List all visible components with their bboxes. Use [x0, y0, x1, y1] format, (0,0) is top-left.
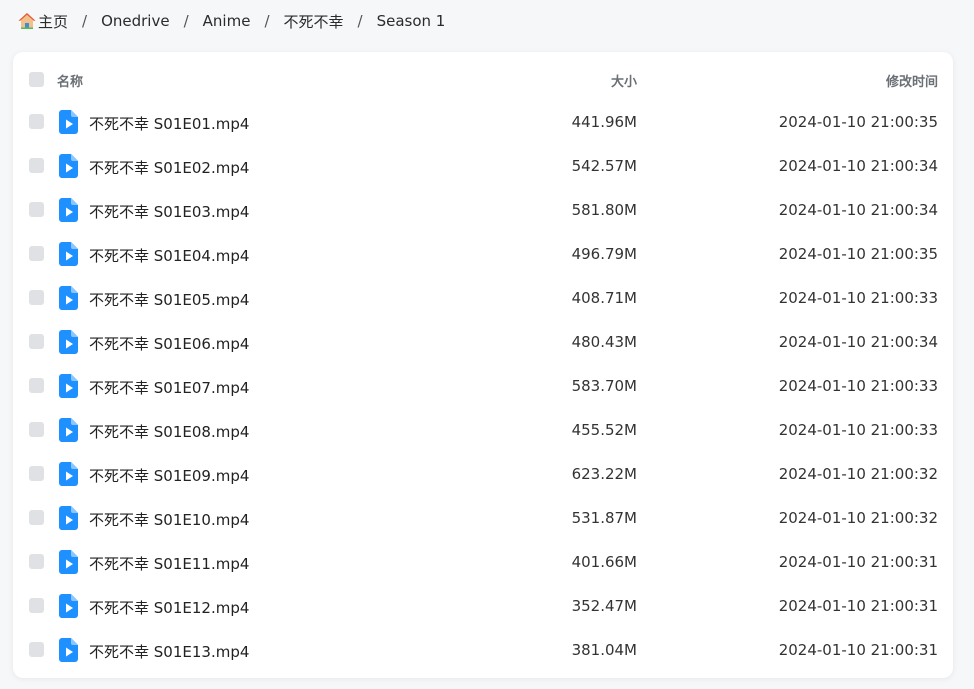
video-file-icon: [59, 550, 78, 574]
file-size: 623.22M: [571, 465, 637, 483]
file-name[interactable]: 不死不幸 S01E07.mp4: [89, 377, 249, 398]
breadcrumb-item-season[interactable]: Season 1: [377, 12, 446, 30]
file-row[interactable]: 不死不幸 S01E09.mp4 623.22M 2024-01-10 21:00…: [13, 453, 953, 497]
breadcrumb-item-series[interactable]: 不死不幸: [284, 11, 344, 32]
file-name[interactable]: 不死不幸 S01E12.mp4: [89, 597, 249, 618]
file-size: 581.80M: [571, 201, 637, 219]
select-all-checkbox[interactable]: [29, 72, 44, 87]
row-checkbox[interactable]: [29, 246, 44, 261]
row-checkbox[interactable]: [29, 334, 44, 349]
file-size: 352.47M: [571, 597, 637, 615]
file-modified-date: 2024-01-10 21:00:33: [778, 377, 938, 395]
file-name[interactable]: 不死不幸 S01E09.mp4: [89, 465, 249, 486]
file-name[interactable]: 不死不幸 S01E01.mp4: [89, 113, 249, 134]
breadcrumb-separator: /: [264, 12, 270, 30]
file-name[interactable]: 不死不幸 S01E13.mp4: [89, 641, 249, 662]
file-row[interactable]: 不死不幸 S01E10.mp4 531.87M 2024-01-10 21:00…: [13, 497, 953, 541]
breadcrumb-separator: /: [82, 12, 88, 30]
breadcrumb-home-label: 主页: [38, 12, 69, 31]
row-checkbox[interactable]: [29, 202, 44, 217]
file-modified-date: 2024-01-10 21:00:35: [778, 245, 938, 263]
file-row[interactable]: 不死不幸 S01E02.mp4 542.57M 2024-01-10 21:00…: [13, 145, 953, 189]
file-row[interactable]: 不死不幸 S01E07.mp4 583.70M 2024-01-10 21:00…: [13, 365, 953, 409]
file-modified-date: 2024-01-10 21:00:31: [778, 597, 938, 615]
file-name[interactable]: 不死不幸 S01E03.mp4: [89, 201, 249, 222]
file-modified-date: 2024-01-10 21:00:33: [778, 421, 938, 439]
breadcrumb-separator: /: [357, 12, 363, 30]
file-row[interactable]: 不死不幸 S01E05.mp4 408.71M 2024-01-10 21:00…: [13, 277, 953, 321]
file-row[interactable]: 不死不幸 S01E13.mp4 381.04M 2024-01-10 21:00…: [13, 629, 953, 673]
row-checkbox[interactable]: [29, 598, 44, 613]
column-header-modified[interactable]: 修改时间: [886, 71, 938, 90]
video-file-icon: [59, 594, 78, 618]
file-row[interactable]: 不死不幸 S01E11.mp4 401.66M 2024-01-10 21:00…: [13, 541, 953, 585]
column-header-size[interactable]: 大小: [611, 71, 637, 90]
row-checkbox[interactable]: [29, 114, 44, 129]
file-size: 401.66M: [571, 553, 637, 571]
file-row[interactable]: 不死不幸 S01E04.mp4 496.79M 2024-01-10 21:00…: [13, 233, 953, 277]
file-name[interactable]: 不死不幸 S01E08.mp4: [89, 421, 249, 442]
file-size: 531.87M: [571, 509, 637, 527]
video-file-icon: [59, 462, 78, 486]
video-file-icon: [59, 242, 78, 266]
row-checkbox[interactable]: [29, 422, 44, 437]
row-checkbox[interactable]: [29, 378, 44, 393]
file-row[interactable]: 不死不幸 S01E12.mp4 352.47M 2024-01-10 21:00…: [13, 585, 953, 629]
video-file-icon: [59, 374, 78, 398]
file-modified-date: 2024-01-10 21:00:35: [778, 113, 938, 131]
file-modified-date: 2024-01-10 21:00:34: [778, 333, 938, 351]
file-row[interactable]: 不死不幸 S01E08.mp4 455.52M 2024-01-10 21:00…: [13, 409, 953, 453]
row-checkbox[interactable]: [29, 290, 44, 305]
video-file-icon: [59, 418, 78, 442]
file-list-header: 名称 大小 修改时间: [13, 52, 953, 106]
file-list-panel: 名称 大小 修改时间 不死不幸 S01E01.mp4 441.96M 2024-…: [13, 52, 953, 678]
file-size: 542.57M: [571, 157, 637, 175]
file-modified-date: 2024-01-10 21:00:31: [778, 641, 938, 659]
video-file-icon: [59, 154, 78, 178]
file-size: 480.43M: [571, 333, 637, 351]
file-size: 496.79M: [571, 245, 637, 263]
breadcrumb-separator: /: [183, 12, 189, 30]
file-name[interactable]: 不死不幸 S01E02.mp4: [89, 157, 249, 178]
file-list: 不死不幸 S01E01.mp4 441.96M 2024-01-10 21:00…: [13, 101, 953, 673]
file-name[interactable]: 不死不幸 S01E10.mp4: [89, 509, 249, 530]
file-row[interactable]: 不死不幸 S01E03.mp4 581.80M 2024-01-10 21:00…: [13, 189, 953, 233]
file-modified-date: 2024-01-10 21:00:32: [778, 509, 938, 527]
row-checkbox[interactable]: [29, 554, 44, 569]
file-row[interactable]: 不死不幸 S01E01.mp4 441.96M 2024-01-10 21:00…: [13, 101, 953, 145]
video-file-icon: [59, 638, 78, 662]
file-size: 408.71M: [571, 289, 637, 307]
file-modified-date: 2024-01-10 21:00:34: [778, 157, 938, 175]
file-name[interactable]: 不死不幸 S01E06.mp4: [89, 333, 249, 354]
row-checkbox[interactable]: [29, 466, 44, 481]
file-row[interactable]: 不死不幸 S01E06.mp4 480.43M 2024-01-10 21:00…: [13, 321, 953, 365]
row-checkbox[interactable]: [29, 158, 44, 173]
file-name[interactable]: 不死不幸 S01E11.mp4: [89, 553, 249, 574]
home-icon: [18, 13, 36, 29]
file-modified-date: 2024-01-10 21:00:34: [778, 201, 938, 219]
file-modified-date: 2024-01-10 21:00:31: [778, 553, 938, 571]
breadcrumb-item-anime[interactable]: Anime: [203, 12, 251, 30]
video-file-icon: [59, 330, 78, 354]
row-checkbox[interactable]: [29, 642, 44, 657]
column-header-name[interactable]: 名称: [57, 71, 83, 90]
file-name[interactable]: 不死不幸 S01E04.mp4: [89, 245, 249, 266]
file-modified-date: 2024-01-10 21:00:32: [778, 465, 938, 483]
breadcrumb-home[interactable]: 主页: [18, 11, 68, 32]
breadcrumb: 主页 / Onedrive / Anime / 不死不幸 / Season 1: [18, 9, 445, 33]
file-size: 381.04M: [571, 641, 637, 659]
video-file-icon: [59, 110, 78, 134]
breadcrumb-item-onedrive[interactable]: Onedrive: [101, 12, 170, 30]
video-file-icon: [59, 506, 78, 530]
file-modified-date: 2024-01-10 21:00:33: [778, 289, 938, 307]
row-checkbox[interactable]: [29, 510, 44, 525]
file-name[interactable]: 不死不幸 S01E05.mp4: [89, 289, 249, 310]
file-size: 441.96M: [571, 113, 637, 131]
video-file-icon: [59, 198, 78, 222]
video-file-icon: [59, 286, 78, 310]
file-size: 583.70M: [571, 377, 637, 395]
file-size: 455.52M: [571, 421, 637, 439]
